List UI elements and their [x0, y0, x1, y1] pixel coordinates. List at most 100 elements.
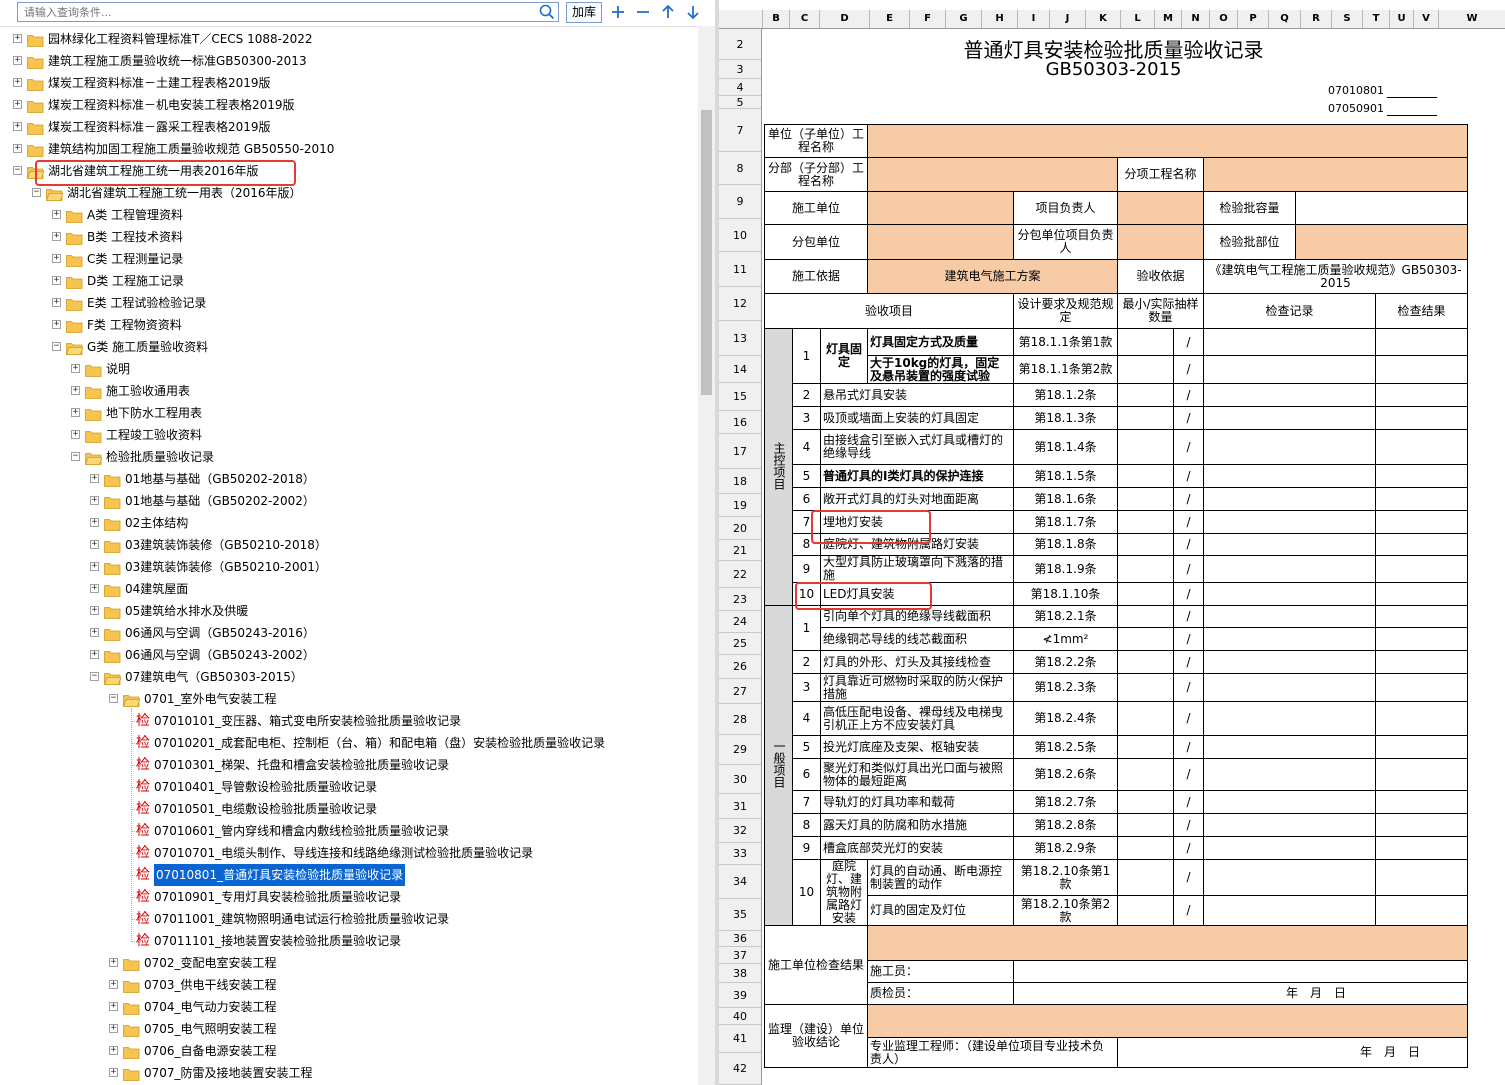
- expand-icon[interactable]: +: [13, 78, 22, 87]
- row-header-cell[interactable]: 14: [719, 356, 761, 383]
- input-check-record[interactable]: [1203, 533, 1376, 556]
- tree-item-form[interactable]: 检 07010401_导管敷设检验批质量验收记录: [0, 776, 698, 798]
- row-header-cell[interactable]: 21: [719, 540, 761, 561]
- input-min-sample[interactable]: [1117, 429, 1174, 465]
- input-min-sample[interactable]: [1117, 464, 1174, 488]
- expand-icon[interactable]: +: [109, 980, 118, 989]
- expand-icon[interactable]: +: [90, 518, 99, 527]
- tree-item-folder[interactable]: + D类 工程施工记录: [0, 270, 698, 292]
- column-header-cell[interactable]: W: [1438, 10, 1505, 28]
- input-min-sample[interactable]: [1117, 383, 1174, 407]
- input-supervisor-result[interactable]: [866, 1004, 1469, 1038]
- expand-icon[interactable]: +: [13, 34, 22, 43]
- input-sub-item[interactable]: [1202, 157, 1469, 192]
- row-header-cell[interactable]: 20: [719, 517, 761, 540]
- input-check-result[interactable]: [1374, 813, 1469, 837]
- row-header-cell[interactable]: 5: [719, 96, 761, 109]
- input-check-result[interactable]: [1374, 605, 1469, 628]
- tree-item-folder[interactable]: +0703_供电干线安装工程: [0, 974, 698, 996]
- input-check-record[interactable]: [1203, 464, 1376, 488]
- tree-item-folder[interactable]: +04建筑屋面: [0, 578, 698, 600]
- input-check-result[interactable]: [1374, 836, 1469, 860]
- search-icon[interactable]: [539, 4, 555, 20]
- row-header-cell[interactable]: 40: [719, 1008, 761, 1025]
- expand-icon[interactable]: +: [109, 1002, 118, 1011]
- collapse-icon[interactable]: −: [109, 694, 118, 703]
- input-min-sample[interactable]: [1117, 701, 1174, 736]
- row-header-cell[interactable]: 12: [719, 287, 761, 321]
- column-header-cell[interactable]: K: [1085, 10, 1120, 28]
- input-check-result[interactable]: [1374, 790, 1469, 814]
- input-check-result[interactable]: [1374, 895, 1469, 926]
- input-check-record[interactable]: [1203, 429, 1376, 465]
- tree-item-form[interactable]: 检 07010601_管内穿线和槽盒内敷线检验批质量验收记录: [0, 820, 698, 842]
- tree-item-folder[interactable]: + 地下防水工程用表: [0, 402, 698, 424]
- expand-icon[interactable]: +: [52, 298, 61, 307]
- expand-icon[interactable]: +: [109, 1046, 118, 1055]
- row-header-cell[interactable]: 18: [719, 469, 761, 494]
- input-min-sample[interactable]: [1117, 813, 1174, 837]
- column-header-cell[interactable]: P: [1237, 10, 1268, 28]
- input-check-result[interactable]: [1374, 735, 1469, 759]
- row-header-cell[interactable]: 16: [719, 411, 761, 434]
- input-min-sample[interactable]: [1117, 790, 1174, 814]
- input-min-sample[interactable]: [1117, 858, 1174, 897]
- column-header-cell[interactable]: O: [1209, 10, 1237, 28]
- input-min-sample[interactable]: [1117, 487, 1174, 511]
- input-project-lead[interactable]: [1117, 191, 1204, 225]
- input-worker[interactable]: [1012, 960, 1469, 983]
- column-header-cell[interactable]: C: [789, 10, 819, 28]
- row-header-cell[interactable]: 11: [719, 252, 761, 287]
- row-header-cell[interactable]: 2: [719, 29, 761, 60]
- input-subcontractor[interactable]: [867, 224, 1014, 260]
- input-check-record[interactable]: [1203, 383, 1376, 407]
- input-batch-part[interactable]: [1294, 224, 1469, 260]
- column-header-cell[interactable]: Q: [1268, 10, 1300, 28]
- input-check-record[interactable]: [1203, 790, 1376, 814]
- code-box-2[interactable]: [1387, 115, 1437, 116]
- expand-icon[interactable]: +: [90, 650, 99, 659]
- expand-icon[interactable]: +: [71, 386, 80, 395]
- tree-item-folder[interactable]: + C类 工程测量记录: [0, 248, 698, 270]
- input-min-sample[interactable]: [1117, 735, 1174, 759]
- input-sub-part[interactable]: [867, 157, 1118, 192]
- input-check-record[interactable]: [1203, 735, 1376, 759]
- tree-item-folder[interactable]: + F类 工程物资资料: [0, 314, 698, 336]
- row-header-cell[interactable]: 7: [719, 109, 761, 152]
- column-header-cell[interactable]: R: [1300, 10, 1331, 28]
- expand-icon[interactable]: +: [90, 628, 99, 637]
- tree-item-folder[interactable]: +0702_变配电室安装工程: [0, 952, 698, 974]
- tree-item-folder[interactable]: +0706_自备电源安装工程: [0, 1040, 698, 1062]
- tree-item-form[interactable]: 检 07010301_梯架、托盘和槽盒安装检验批质量验收记录: [0, 754, 698, 776]
- input-min-sample[interactable]: [1117, 328, 1174, 356]
- input-check-record[interactable]: [1203, 758, 1376, 791]
- input-check-record[interactable]: [1203, 813, 1376, 837]
- column-header-cell[interactable]: H: [981, 10, 1017, 28]
- expand-icon[interactable]: +: [90, 562, 99, 571]
- tree-item-form[interactable]: 检 07011101_接地装置安装检验批质量验收记录: [0, 930, 698, 952]
- row-header-cell[interactable]: 42: [719, 1053, 761, 1085]
- row-header-cell[interactable]: 17: [719, 434, 761, 469]
- tree-item-folder[interactable]: +06通风与空调（GB50243-2016）: [0, 622, 698, 644]
- input-min-sample[interactable]: [1117, 355, 1174, 384]
- expand-icon[interactable]: +: [13, 144, 22, 153]
- row-header-cell[interactable]: 24: [719, 611, 761, 633]
- row-header-cell[interactable]: 4: [719, 79, 761, 96]
- tree-item-folder[interactable]: + 建筑结构加固工程施工质量验收规范 GB50550-2010: [0, 138, 698, 160]
- row-header-cell[interactable]: 38: [719, 964, 761, 983]
- column-header-cell[interactable]: I: [1017, 10, 1049, 28]
- search-input[interactable]: [17, 2, 559, 22]
- column-header-cell[interactable]: D: [819, 10, 869, 28]
- tree-item-folder[interactable]: +01地基与基础（GB50202-2002）: [0, 490, 698, 512]
- input-min-sample[interactable]: [1117, 627, 1174, 651]
- row-header-cell[interactable]: 23: [719, 588, 761, 611]
- collapse-icon[interactable]: −: [71, 452, 80, 461]
- input-check-result[interactable]: [1374, 627, 1469, 651]
- arrow-up-icon[interactable]: [659, 3, 677, 21]
- column-header-cell[interactable]: J: [1049, 10, 1085, 28]
- input-min-sample[interactable]: [1117, 605, 1174, 628]
- input-min-sample[interactable]: [1117, 650, 1174, 674]
- row-header-cell[interactable]: 8: [719, 152, 761, 185]
- tree-item-folder[interactable]: + 煤炭工程资料标准－机电安装工程表格2019版: [0, 94, 698, 116]
- input-min-sample[interactable]: [1117, 555, 1174, 583]
